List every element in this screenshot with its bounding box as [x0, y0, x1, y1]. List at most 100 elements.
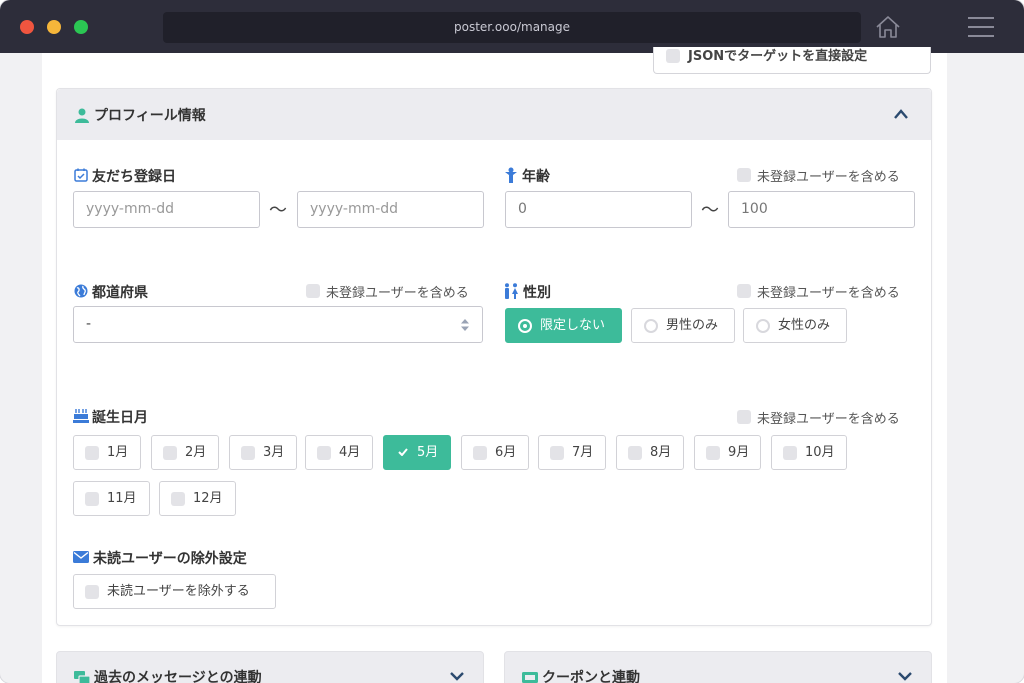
month-option-label: 11月 — [107, 491, 137, 506]
month-option-4[interactable]: 4月 — [305, 435, 373, 470]
friend-date-label: 友だち登録日 — [92, 169, 176, 185]
exclude-unread-box — [85, 585, 99, 599]
month-option-label: 8月 — [650, 445, 672, 460]
month-option-5[interactable]: 5月 — [383, 435, 451, 470]
json-target-checkbox-icon — [666, 49, 680, 63]
exclude-unread-label: 未読ユーザーを除外する — [107, 584, 250, 599]
json-target-button-label: JSONでターゲットを直接設定 — [688, 49, 868, 64]
age-min-input[interactable]: 0 — [505, 191, 692, 228]
month-option-label: 4月 — [339, 445, 361, 460]
close-window-button[interactable] — [20, 20, 34, 34]
age-separator: 〜 — [701, 200, 719, 221]
month-checkbox-icon — [241, 446, 255, 460]
exclude-unread-checkbox[interactable]: 未読ユーザーを除外する — [73, 574, 276, 609]
age-max-input[interactable]: 100 — [728, 191, 915, 228]
month-option-12[interactable]: 12月 — [159, 481, 236, 516]
gender-option-label: 限定しない — [540, 318, 606, 333]
prefecture-label: 都道府県 — [92, 285, 148, 301]
month-checkbox-icon — [163, 446, 177, 460]
birth-month-include-unregistered-checkbox[interactable]: 未登録ユーザーを含める — [737, 408, 900, 427]
month-checkbox-icon — [317, 446, 331, 460]
month-option-11[interactable]: 11月 — [73, 481, 150, 516]
message-link-icon — [74, 671, 90, 683]
unread-exclusion-label: 未読ユーザーの除外設定 — [93, 551, 247, 567]
month-option-3[interactable]: 3月 — [229, 435, 297, 470]
coupon-icon — [522, 672, 538, 683]
prefecture-include-unregistered-box — [306, 284, 320, 298]
month-checkbox-icon — [628, 446, 642, 460]
person-icon — [75, 108, 89, 123]
birth-month-include-unregistered-box — [737, 410, 751, 424]
coupon-panel-title: クーポンと連動 — [542, 670, 640, 683]
month-option-label: 5月 — [417, 445, 439, 460]
age-include-unregistered-label: 未登録ユーザーを含める — [757, 170, 900, 185]
radio-empty-icon — [644, 319, 658, 333]
month-option-label: 1月 — [107, 445, 129, 460]
month-option-label: 2月 — [185, 445, 207, 460]
prefecture-select[interactable]: - — [73, 306, 483, 343]
profile-panel-header[interactable]: プロフィール情報 — [57, 89, 931, 140]
chevron-down-icon[interactable] — [897, 670, 913, 682]
profile-info-panel: プロフィール情報 友だち登録日 yyyy-mm-dd 〜 yyyy-mm-dd … — [56, 88, 932, 626]
calendar-check-icon — [74, 168, 88, 182]
month-option-9[interactable]: 9月 — [694, 435, 761, 470]
month-option-label: 9月 — [728, 445, 750, 460]
radio-selected-icon — [518, 319, 532, 333]
gender-option-label: 女性のみ — [778, 318, 831, 333]
friend-date-from-input[interactable]: yyyy-mm-dd — [73, 191, 260, 228]
select-arrows-icon — [461, 319, 469, 331]
friend-date-to-input[interactable]: yyyy-mm-dd — [297, 191, 484, 228]
birthday-cake-icon — [73, 409, 89, 423]
month-checkbox-icon — [171, 492, 185, 506]
birth-month-label: 誕生日月 — [92, 410, 148, 426]
gender-label: 性別 — [523, 285, 551, 301]
month-option-label: 10月 — [805, 445, 835, 460]
chevron-up-icon[interactable] — [893, 107, 909, 121]
gender-include-unregistered-checkbox[interactable]: 未登録ユーザーを含める — [737, 282, 900, 301]
radio-empty-icon — [756, 319, 770, 333]
month-checkbox-icon — [783, 446, 797, 460]
chevron-down-icon[interactable] — [449, 670, 465, 682]
minimize-window-button[interactable] — [47, 20, 61, 34]
month-option-label: 6月 — [495, 445, 517, 460]
gender-option-male[interactable]: 男性のみ — [631, 308, 735, 343]
json-target-button[interactable]: JSONでターゲットを直接設定 — [653, 47, 931, 74]
gender-include-unregistered-box — [737, 284, 751, 298]
month-checkbox-icon — [85, 446, 99, 460]
coupon-panel-header[interactable]: クーポンと連動 — [504, 651, 932, 683]
month-option-8[interactable]: 8月 — [616, 435, 684, 470]
past-messages-panel-header[interactable]: 過去のメッセージとの連動 — [56, 651, 484, 683]
past-messages-panel-title: 過去のメッセージとの連動 — [94, 670, 262, 683]
maximize-window-button[interactable] — [74, 20, 88, 34]
month-option-label: 12月 — [193, 491, 223, 506]
person-age-icon — [505, 167, 517, 183]
gender-include-unregistered-label: 未登録ユーザーを含める — [757, 286, 900, 301]
birth-month-include-unregistered-label: 未登録ユーザーを含める — [757, 412, 900, 427]
month-checkbox-icon — [473, 446, 487, 460]
age-include-unregistered-checkbox[interactable]: 未登録ユーザーを含める — [737, 166, 900, 185]
month-checkbox-icon — [550, 446, 564, 460]
age-include-unregistered-box — [737, 168, 751, 182]
prefecture-include-unregistered-checkbox[interactable]: 未登録ユーザーを含める — [306, 282, 469, 301]
month-option-10[interactable]: 10月 — [771, 435, 847, 470]
month-option-label: 3月 — [263, 445, 285, 460]
hamburger-menu-icon[interactable] — [968, 17, 994, 37]
home-icon[interactable] — [875, 15, 901, 39]
envelope-icon — [73, 551, 89, 563]
month-checkbox-icon — [85, 492, 99, 506]
gender-option-unrestricted[interactable]: 限定しない — [505, 308, 622, 343]
month-option-2[interactable]: 2月 — [151, 435, 219, 470]
url-bar[interactable]: poster.ooo/manage — [163, 12, 861, 43]
age-label: 年齢 — [522, 169, 550, 185]
profile-panel-title: プロフィール情報 — [94, 108, 206, 124]
globe-icon — [74, 284, 88, 298]
month-option-1[interactable]: 1月 — [73, 435, 141, 470]
check-icon — [398, 448, 408, 456]
prefecture-include-unregistered-label: 未登録ユーザーを含める — [326, 286, 469, 301]
browser-window: poster.ooo/manage JSONでターゲットを直接設定 プロフィール… — [0, 0, 1024, 683]
month-checkbox-icon — [706, 446, 720, 460]
month-option-7[interactable]: 7月 — [538, 435, 606, 470]
gender-option-female[interactable]: 女性のみ — [743, 308, 847, 343]
month-option-6[interactable]: 6月 — [461, 435, 529, 470]
browser-titlebar: poster.ooo/manage — [0, 0, 1024, 53]
